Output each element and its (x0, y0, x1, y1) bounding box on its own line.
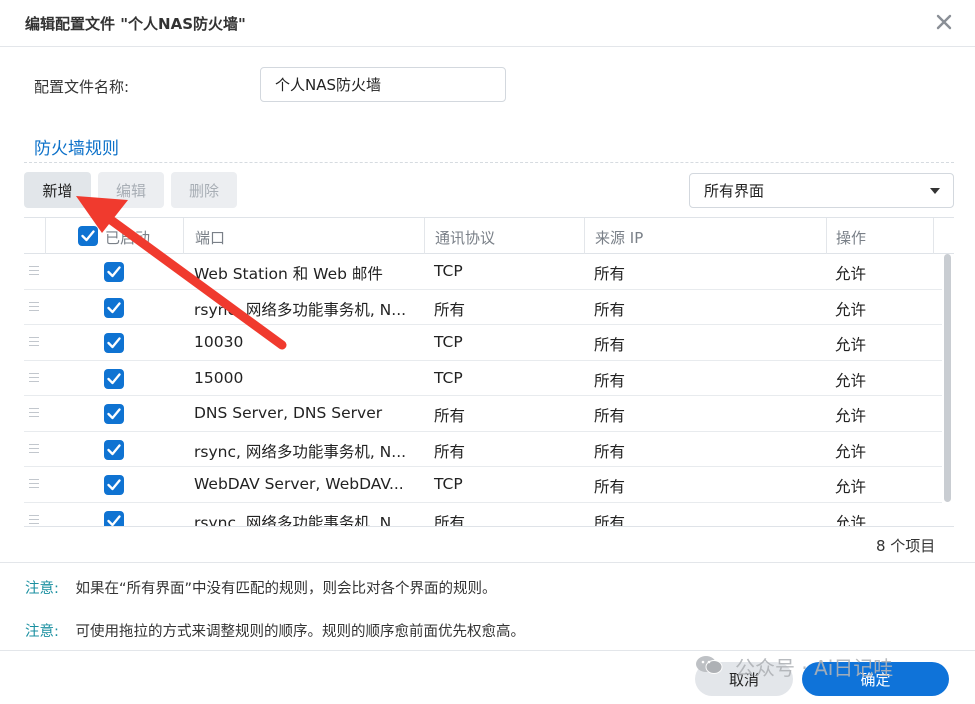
note-label: 注意: (25, 581, 59, 597)
cell-source-ip: 所有 (594, 336, 626, 354)
profile-name-label: 配置文件名称: (34, 78, 130, 96)
close-icon[interactable] (934, 12, 954, 32)
cell-protocol: TCP (434, 368, 463, 387)
table-row[interactable]: rsync, 网络多功能事务机, N... 所有 所有 允许 (24, 290, 942, 325)
note-text: 如果在“所有界面”中没有匹配的规则，则会比对各个界面的规则。 (75, 581, 497, 597)
rule-enabled-checkbox[interactable] (104, 297, 124, 318)
table-row[interactable]: DNS Server, DNS Server 所有 所有 允许 (24, 396, 942, 432)
select-all-checkbox[interactable] (78, 226, 98, 246)
rule-enabled-checkbox[interactable] (104, 333, 124, 353)
item-count: 8 个项目 (876, 537, 936, 555)
column-separator (933, 218, 934, 254)
cell-port: rsync, 网络多功能事务机, N... (194, 442, 407, 461)
drag-handle-icon[interactable] (29, 443, 39, 453)
cell-action: 允许 (835, 442, 867, 461)
cell-source-ip: 所有 (594, 371, 626, 390)
rule-enabled-checkbox[interactable] (104, 404, 124, 424)
cell-port: DNS Server, DNS Server (194, 404, 383, 422)
rule-enabled-checkbox[interactable] (104, 262, 124, 282)
interface-select[interactable]: 所有界面 (689, 173, 954, 208)
section-title: 防火墙规则 (34, 139, 119, 159)
note-1: 注意: 如果在“所有界面”中没有匹配的规则，则会比对各个界面的规则。 (25, 577, 497, 598)
column-separator (183, 218, 184, 254)
dialog-title-bar: 编辑配置文件 "个人NAS防火墙" (0, 0, 975, 47)
header-port[interactable]: 端口 (195, 227, 225, 248)
cell-action: 允许 (835, 371, 867, 390)
cell-source-ip: 所有 (594, 513, 626, 527)
table-row[interactable]: WebDAV Server, WebDAV... TCP 所有 允许 (24, 467, 942, 503)
divider (0, 562, 975, 563)
cell-protocol: 所有 (434, 300, 466, 319)
note-2: 注意: 可使用拖拉的方式来调整规则的顺序。规则的顺序愈前面优先权愈高。 (25, 620, 525, 641)
cell-source-ip: 所有 (594, 300, 626, 319)
cell-source-ip: 所有 (594, 442, 626, 461)
cell-port: Web Station 和 Web 邮件 (194, 265, 383, 283)
header-enabled[interactable]: 已启动 (105, 227, 150, 248)
section-divider (24, 162, 954, 163)
cell-action: 允许 (835, 300, 867, 319)
cell-port: WebDAV Server, WebDAV... (194, 475, 404, 493)
rule-enabled-checkbox[interactable] (104, 439, 124, 460)
table-row[interactable]: rsync, 网络多功能事务机, N... 所有 所有 允许 (24, 432, 942, 467)
watermark-text: 公众号 · Ai日记哇 (735, 656, 894, 680)
cell-source-ip: 所有 (594, 478, 626, 496)
cell-action: 允许 (835, 265, 867, 283)
wechat-icon (696, 656, 723, 674)
cell-source-ip: 所有 (594, 265, 626, 283)
header-protocol[interactable]: 通讯协议 (435, 227, 495, 248)
rule-enabled-checkbox[interactable] (104, 475, 124, 495)
cell-action: 允许 (835, 513, 867, 527)
column-separator (584, 218, 585, 254)
header-action[interactable]: 操作 (836, 227, 866, 248)
drag-handle-icon[interactable] (29, 514, 39, 524)
cell-protocol: 所有 (434, 407, 466, 425)
cell-port: rsync, 网络多功能事务机, N... (194, 513, 407, 527)
add-button[interactable]: 新增 (24, 172, 91, 208)
table-row[interactable]: rsync, 网络多功能事务机, N... 所有 所有 允许 (24, 503, 942, 527)
drag-handle-icon[interactable] (29, 479, 39, 488)
watermark: 公众号 · Ai日记哇 (695, 650, 950, 680)
scrollbar-thumb[interactable] (944, 254, 951, 502)
profile-name-input[interactable] (260, 67, 506, 102)
cell-protocol: 所有 (434, 513, 466, 527)
cell-port: 10030 (194, 333, 244, 351)
chevron-down-icon (930, 188, 940, 194)
column-separator (45, 218, 46, 254)
cell-source-ip: 所有 (594, 407, 626, 425)
drag-handle-icon[interactable] (29, 337, 39, 346)
cell-protocol: 所有 (434, 442, 466, 461)
rule-enabled-checkbox[interactable] (104, 510, 124, 526)
rule-enabled-checkbox[interactable] (104, 368, 124, 389)
cell-action: 允许 (835, 478, 867, 496)
table-row[interactable]: 15000 TCP 所有 允许 (24, 361, 942, 396)
cell-action: 允许 (835, 336, 867, 354)
cell-port: rsync, 网络多功能事务机, N... (194, 300, 407, 319)
rules-table: 已启动 端口 通讯协议 来源 IP 操作 Web Station 和 Web 邮… (24, 217, 954, 527)
table-row[interactable]: 10030 TCP 所有 允许 (24, 325, 942, 361)
cell-protocol: TCP (434, 262, 463, 280)
dialog-title: 编辑配置文件 "个人NAS防火墙" (25, 15, 246, 33)
drag-handle-icon[interactable] (29, 372, 39, 382)
drag-handle-icon[interactable] (29, 408, 39, 417)
cell-protocol: TCP (434, 475, 463, 493)
note-text: 可使用拖拉的方式来调整规则的顺序。规则的顺序愈前面优先权愈高。 (75, 624, 526, 640)
table-header: 已启动 端口 通讯协议 来源 IP 操作 (24, 218, 954, 254)
cell-action: 允许 (835, 407, 867, 425)
cell-protocol: TCP (434, 333, 463, 351)
note-label: 注意: (25, 624, 59, 640)
cell-port: 15000 (194, 368, 244, 387)
column-separator (424, 218, 425, 254)
edit-button[interactable]: 编辑 (98, 172, 164, 208)
drag-handle-icon[interactable] (29, 301, 39, 311)
header-source-ip[interactable]: 来源 IP (595, 227, 643, 248)
table-row[interactable]: Web Station 和 Web 邮件 TCP 所有 允许 (24, 254, 942, 290)
column-separator (826, 218, 827, 254)
table-scrollbar[interactable] (942, 254, 954, 526)
delete-button[interactable]: 删除 (171, 172, 237, 208)
drag-handle-icon[interactable] (29, 266, 39, 275)
interface-select-value: 所有界面 (704, 182, 765, 200)
